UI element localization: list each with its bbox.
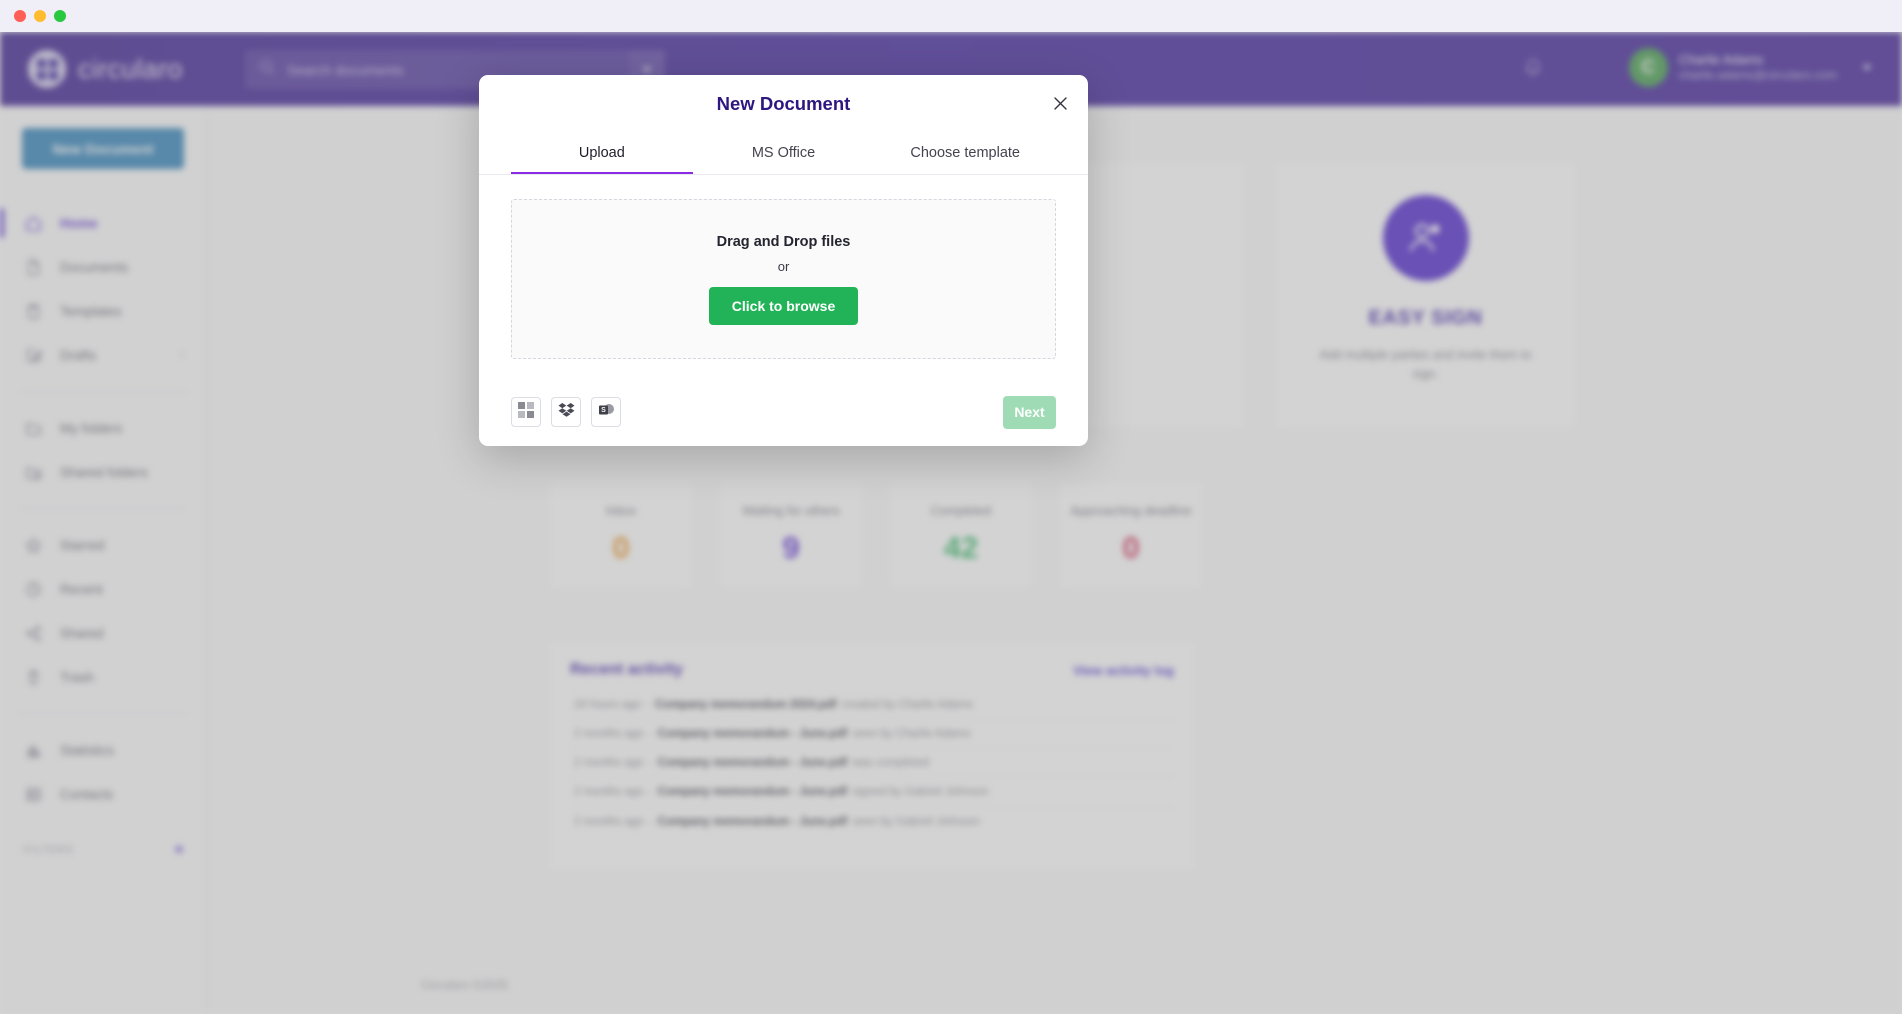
- window-close-button[interactable]: [14, 10, 26, 22]
- cloud-service-buttons: S: [511, 397, 621, 427]
- dropbox-button[interactable]: [551, 397, 581, 427]
- sharepoint-button[interactable]: S: [591, 397, 621, 427]
- modal-tabs: Upload MS Office Choose template: [479, 145, 1088, 175]
- tab-ms-office[interactable]: MS Office: [693, 145, 875, 174]
- window-minimize-button[interactable]: [34, 10, 46, 22]
- tab-choose-template[interactable]: Choose template: [874, 145, 1056, 174]
- new-document-modal: New Document Upload MS Office Choose tem…: [479, 75, 1088, 446]
- svg-text:S: S: [601, 407, 606, 414]
- tab-upload[interactable]: Upload: [511, 145, 693, 174]
- google-drive-button[interactable]: [511, 397, 541, 427]
- dropbox-icon: [558, 402, 575, 423]
- dropzone-title: Drag and Drop files: [716, 233, 851, 250]
- next-button[interactable]: Next: [1003, 395, 1056, 429]
- modal-footer: S Next: [479, 378, 1088, 446]
- file-dropzone[interactable]: Drag and Drop files or Click to browse: [511, 199, 1056, 359]
- dropzone-or-label: or: [777, 258, 790, 274]
- window-titlebar: [0, 0, 1902, 32]
- app-window: circularo Search documents C Charlie Ada…: [0, 0, 1902, 1014]
- modal-title: New Document: [716, 93, 851, 114]
- close-icon[interactable]: [1048, 91, 1072, 115]
- sharepoint-icon: S: [598, 402, 615, 423]
- google-drive-icon: [518, 401, 534, 423]
- click-to-browse-button[interactable]: Click to browse: [708, 286, 859, 325]
- window-maximize-button[interactable]: [54, 10, 66, 22]
